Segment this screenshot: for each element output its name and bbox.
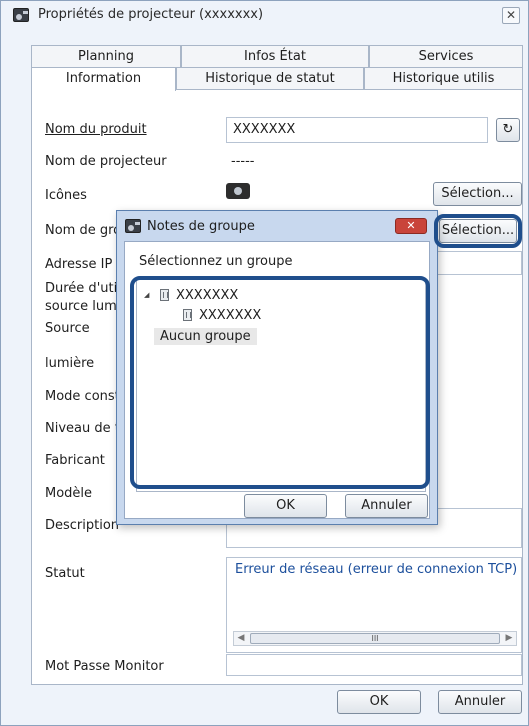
tree-item-child[interactable]: XXXXXXX: [199, 308, 261, 323]
tab-planning[interactable]: Planning: [31, 45, 181, 67]
product-name-label: Nom du produit: [45, 122, 147, 137]
scroll-right-icon[interactable]: ▶: [502, 632, 516, 645]
source-label: Source: [45, 321, 90, 336]
tree-expander-icon[interactable]: ◢: [144, 291, 149, 299]
ip-address-label: Adresse IP: [45, 257, 113, 272]
dialog-title: Notes de groupe: [147, 219, 255, 234]
projector-app-icon: [13, 8, 29, 22]
tab-historique-statut[interactable]: Historique de statut: [176, 67, 364, 89]
group-select-button[interactable]: Sélection...: [439, 219, 517, 243]
scroll-left-icon[interactable]: ◀: [234, 632, 248, 645]
level-label: Niveau de t: [45, 421, 120, 436]
dialog-cancel-button[interactable]: Annuler: [345, 494, 428, 518]
tab-row-back: Planning Infos État Services: [31, 45, 523, 67]
tab-services[interactable]: Services: [369, 45, 523, 67]
model-label: Modèle: [45, 486, 93, 501]
product-name-field[interactable]: XXXXXXX: [226, 117, 488, 143]
status-horizontal-scrollbar[interactable]: ◀ III ▶: [233, 631, 517, 646]
dialog-body: Sélectionnez un groupe ◢ XXXXXXX XXXXXXX…: [124, 241, 430, 519]
tab-historique-utilis[interactable]: Historique utilis: [364, 67, 523, 89]
group-name-label: Nom de gro: [45, 223, 122, 238]
tab-infos-etat[interactable]: Infos État: [181, 45, 369, 67]
building-icon: [183, 309, 192, 321]
title-bar: Propriétés de projecteur (xxxxxxx) ✕: [1, 1, 528, 31]
scroll-thumb[interactable]: III: [250, 633, 500, 644]
tab-information[interactable]: Information: [31, 67, 176, 91]
manufacturer-label: Fabricant: [45, 453, 105, 468]
projector-app-icon: [125, 219, 141, 233]
tab-row-front: Information Historique de statut Histori…: [31, 67, 523, 91]
window-title: Propriétés de projecteur (xxxxxxx): [38, 7, 264, 22]
projector-icon: [226, 183, 250, 199]
dialog-close-button[interactable]: ✕: [395, 218, 427, 234]
tree-item-root[interactable]: XXXXXXX: [176, 288, 238, 303]
monitor-password-label: Mot Passe Monitor: [45, 659, 164, 674]
ip-address-field[interactable]: [431, 251, 522, 275]
dialog-prompt: Sélectionnez un groupe: [139, 254, 293, 269]
icon-select-button[interactable]: Sélection...: [433, 182, 522, 206]
window-close-button[interactable]: ✕: [502, 7, 520, 24]
projector-name-value: -----: [231, 154, 255, 169]
ok-button[interactable]: OK: [337, 690, 421, 714]
projector-name-label: Nom de projecteur: [45, 154, 167, 169]
cancel-button[interactable]: Annuler: [438, 690, 522, 714]
group-notes-dialog: Notes de groupe ✕ Sélectionnez un groupe…: [116, 210, 438, 525]
refresh-icon: ↻: [502, 122, 514, 137]
monitor-password-field[interactable]: [226, 654, 522, 676]
mode-label: Mode const: [45, 389, 120, 404]
icons-label: Icônes: [45, 188, 87, 203]
usage-time-label-line1: Durée d'uti: [45, 281, 118, 296]
usage-time-label-line2: source lum: [45, 299, 117, 314]
status-value: Erreur de réseau (erreur de connexion TC…: [235, 562, 518, 577]
description-label: Description: [45, 518, 120, 533]
status-box: Erreur de réseau (erreur de connexion TC…: [226, 557, 522, 653]
status-label: Statut: [45, 566, 85, 581]
building-icon: [160, 289, 169, 301]
light-label: lumière: [45, 356, 95, 371]
tree-item-no-group[interactable]: Aucun groupe: [154, 328, 257, 345]
refresh-button[interactable]: ↻: [496, 118, 520, 142]
dialog-ok-button[interactable]: OK: [244, 494, 327, 518]
group-tree[interactable]: ◢ XXXXXXX XXXXXXX Aucun groupe: [136, 279, 426, 492]
